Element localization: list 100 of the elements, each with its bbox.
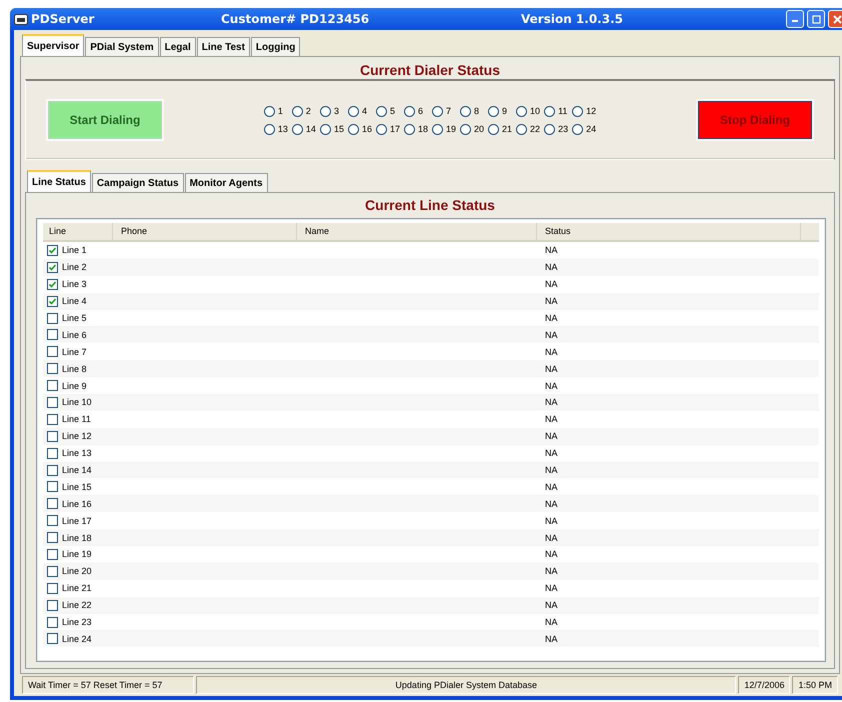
radio-label: 13 [278, 124, 288, 134]
section-heading: Current Dialer Status [358, 61, 502, 79]
radio-button[interactable] [432, 106, 443, 116]
start-button[interactable]: Start Dialing [48, 101, 162, 139]
customer-number: Customer# PD123456 [221, 12, 370, 26]
tab[interactable]: Legal [160, 37, 196, 56]
radio-label: 4 [362, 106, 367, 116]
tab[interactable]: Campaign Status [92, 173, 184, 192]
column-header[interactable]: Name [297, 223, 537, 240]
tab[interactable]: PDial System [85, 37, 159, 56]
line-label: Line 21 [62, 583, 92, 594]
radio-button[interactable] [488, 124, 500, 134]
radio-button[interactable] [460, 124, 472, 134]
radio-button[interactable] [488, 106, 500, 116]
radio-label: 8 [474, 106, 480, 116]
checkbox[interactable] [47, 548, 58, 560]
column-header[interactable]: Line [43, 223, 113, 240]
radio-button[interactable] [572, 124, 584, 134]
radio-button[interactable] [376, 124, 387, 134]
radio-button[interactable] [516, 124, 528, 134]
table-row[interactable]: Line 20 NA [43, 562, 819, 580]
checkbox[interactable] [47, 414, 58, 425]
table-row[interactable]: Line 13 NA [43, 444, 819, 462]
tab[interactable]: Line Status [27, 170, 91, 192]
checkbox[interactable] [47, 498, 58, 510]
checkbox[interactable] [47, 244, 58, 256]
tab[interactable]: Logging [250, 37, 300, 56]
table-cell: NA [545, 448, 558, 458]
table-row[interactable]: Line 22 NA [43, 596, 819, 614]
tab[interactable]: Line Test [196, 37, 250, 56]
radio-button[interactable] [404, 124, 415, 134]
close-button[interactable] [828, 10, 842, 28]
radio-label: 24 [586, 124, 596, 134]
radio-button[interactable] [264, 124, 275, 134]
radio-button[interactable] [572, 106, 584, 116]
radio-button[interactable] [292, 124, 303, 134]
radio-label: 1 [278, 106, 283, 116]
table-cell: NA [545, 279, 558, 290]
checkbox[interactable] [47, 296, 58, 307]
checkbox[interactable] [47, 346, 58, 358]
table-cell: NA [545, 397, 558, 408]
table-row[interactable]: Line 23 NA [43, 614, 819, 630]
checkbox[interactable] [47, 532, 58, 544]
radio-button[interactable] [320, 124, 331, 134]
radio-button[interactable] [516, 106, 528, 116]
table-row[interactable]: Line 5 NA [43, 310, 819, 326]
column-header[interactable]: Phone [113, 223, 297, 240]
checkbox[interactable] [47, 380, 58, 392]
radio-button[interactable] [544, 106, 556, 116]
checkbox[interactable] [47, 278, 58, 290]
radio-label: 20 [474, 124, 484, 134]
checkbox[interactable] [47, 616, 58, 628]
radio-label: 15 [334, 124, 344, 134]
radio-button[interactable] [432, 124, 443, 134]
table-row[interactable]: Line 14 NA [43, 462, 819, 478]
radio-button[interactable] [292, 106, 303, 116]
checkbox[interactable] [47, 396, 58, 408]
tab[interactable]: Supervisor [22, 34, 84, 56]
checkbox[interactable] [47, 566, 58, 577]
table-row[interactable]: Line 15 NA [43, 478, 819, 496]
radio-button[interactable] [264, 106, 275, 116]
checkbox[interactable] [47, 363, 58, 374]
table-row[interactable]: Line 4 NA [43, 292, 819, 310]
status-time: 1:50 PM [792, 676, 838, 694]
line-label: Line 12 [62, 431, 92, 442]
table-row[interactable]: Line 12 NA [43, 428, 819, 445]
minimize-button[interactable] [786, 10, 804, 28]
checkbox[interactable] [47, 329, 58, 340]
checkbox[interactable] [47, 430, 58, 442]
checkbox[interactable] [47, 262, 58, 273]
radio-button[interactable] [544, 124, 556, 134]
checkbox[interactable] [47, 464, 58, 476]
maximize-button[interactable] [807, 10, 825, 28]
table-row[interactable]: Line 18 NA [43, 529, 819, 546]
checkbox[interactable] [47, 633, 58, 644]
radio-button[interactable] [376, 106, 387, 116]
table-cell: NA [545, 431, 558, 442]
radio-button[interactable] [348, 106, 359, 116]
column-header[interactable]: Status [537, 223, 801, 240]
radio-label: 23 [558, 124, 568, 134]
section-heading: Current Line Status [364, 196, 496, 214]
checkbox[interactable] [47, 481, 58, 492]
radio-button[interactable] [348, 124, 359, 134]
tab[interactable]: Monitor Agents [184, 173, 268, 192]
table-row[interactable]: Line 24 NA [43, 630, 819, 648]
radio-button[interactable] [404, 106, 415, 116]
table-cell: NA [545, 465, 558, 476]
table-row[interactable]: Line 2 NA [43, 258, 819, 276]
table-row[interactable]: Line 6 NA [43, 326, 819, 344]
checkbox[interactable] [47, 582, 58, 594]
radio-button[interactable] [320, 106, 331, 116]
table-row[interactable]: Line 10 NA [43, 394, 819, 411]
table-row[interactable]: Line 8 NA [43, 360, 819, 378]
radio-label: 6 [418, 106, 423, 116]
table-row[interactable]: Line 16 NA [43, 495, 819, 512]
checkbox[interactable] [47, 600, 58, 611]
checkbox[interactable] [47, 312, 58, 324]
radio-button[interactable] [460, 106, 472, 116]
checkbox[interactable] [47, 448, 58, 459]
checkbox[interactable] [47, 515, 58, 526]
